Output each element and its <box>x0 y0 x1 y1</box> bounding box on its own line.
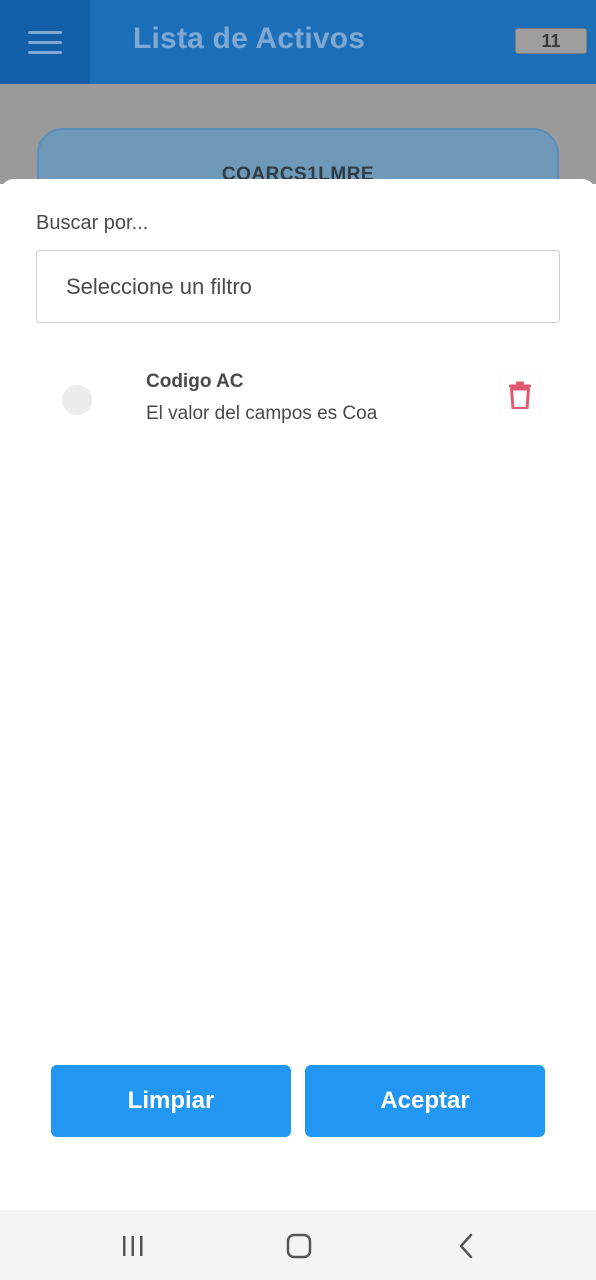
recent-apps-icon <box>123 1236 143 1256</box>
filter-radio[interactable] <box>62 385 92 415</box>
back-button[interactable] <box>451 1231 481 1261</box>
back-icon <box>459 1233 473 1259</box>
home-button[interactable] <box>284 1231 314 1261</box>
menu-icon <box>28 30 62 54</box>
accept-button[interactable]: Aceptar <box>305 1065 545 1137</box>
filter-list-item[interactable]: Codigo AC El valor del campos es Coa <box>0 369 596 449</box>
search-by-label: Buscar por... <box>36 212 149 234</box>
filter-bottom-sheet: Buscar por... Seleccione un filtro Codig… <box>0 179 596 1210</box>
home-icon <box>286 1233 312 1259</box>
filter-select[interactable]: Seleccione un filtro <box>36 250 560 323</box>
clear-button[interactable]: Limpiar <box>51 1065 291 1137</box>
system-nav-bar <box>0 1210 596 1280</box>
filter-item-description: El valor del campos es Coa <box>146 403 378 424</box>
menu-button[interactable] <box>0 0 90 84</box>
page-title: Lista de Activos <box>133 22 366 55</box>
recent-apps-button[interactable] <box>118 1231 148 1261</box>
filter-item-title: Codigo AC <box>146 371 244 392</box>
app-bar: Lista de Activos 11 <box>0 0 596 84</box>
delete-filter-button[interactable] <box>498 373 542 417</box>
trash-icon <box>509 381 531 409</box>
count-badge: 11 <box>515 28 587 54</box>
